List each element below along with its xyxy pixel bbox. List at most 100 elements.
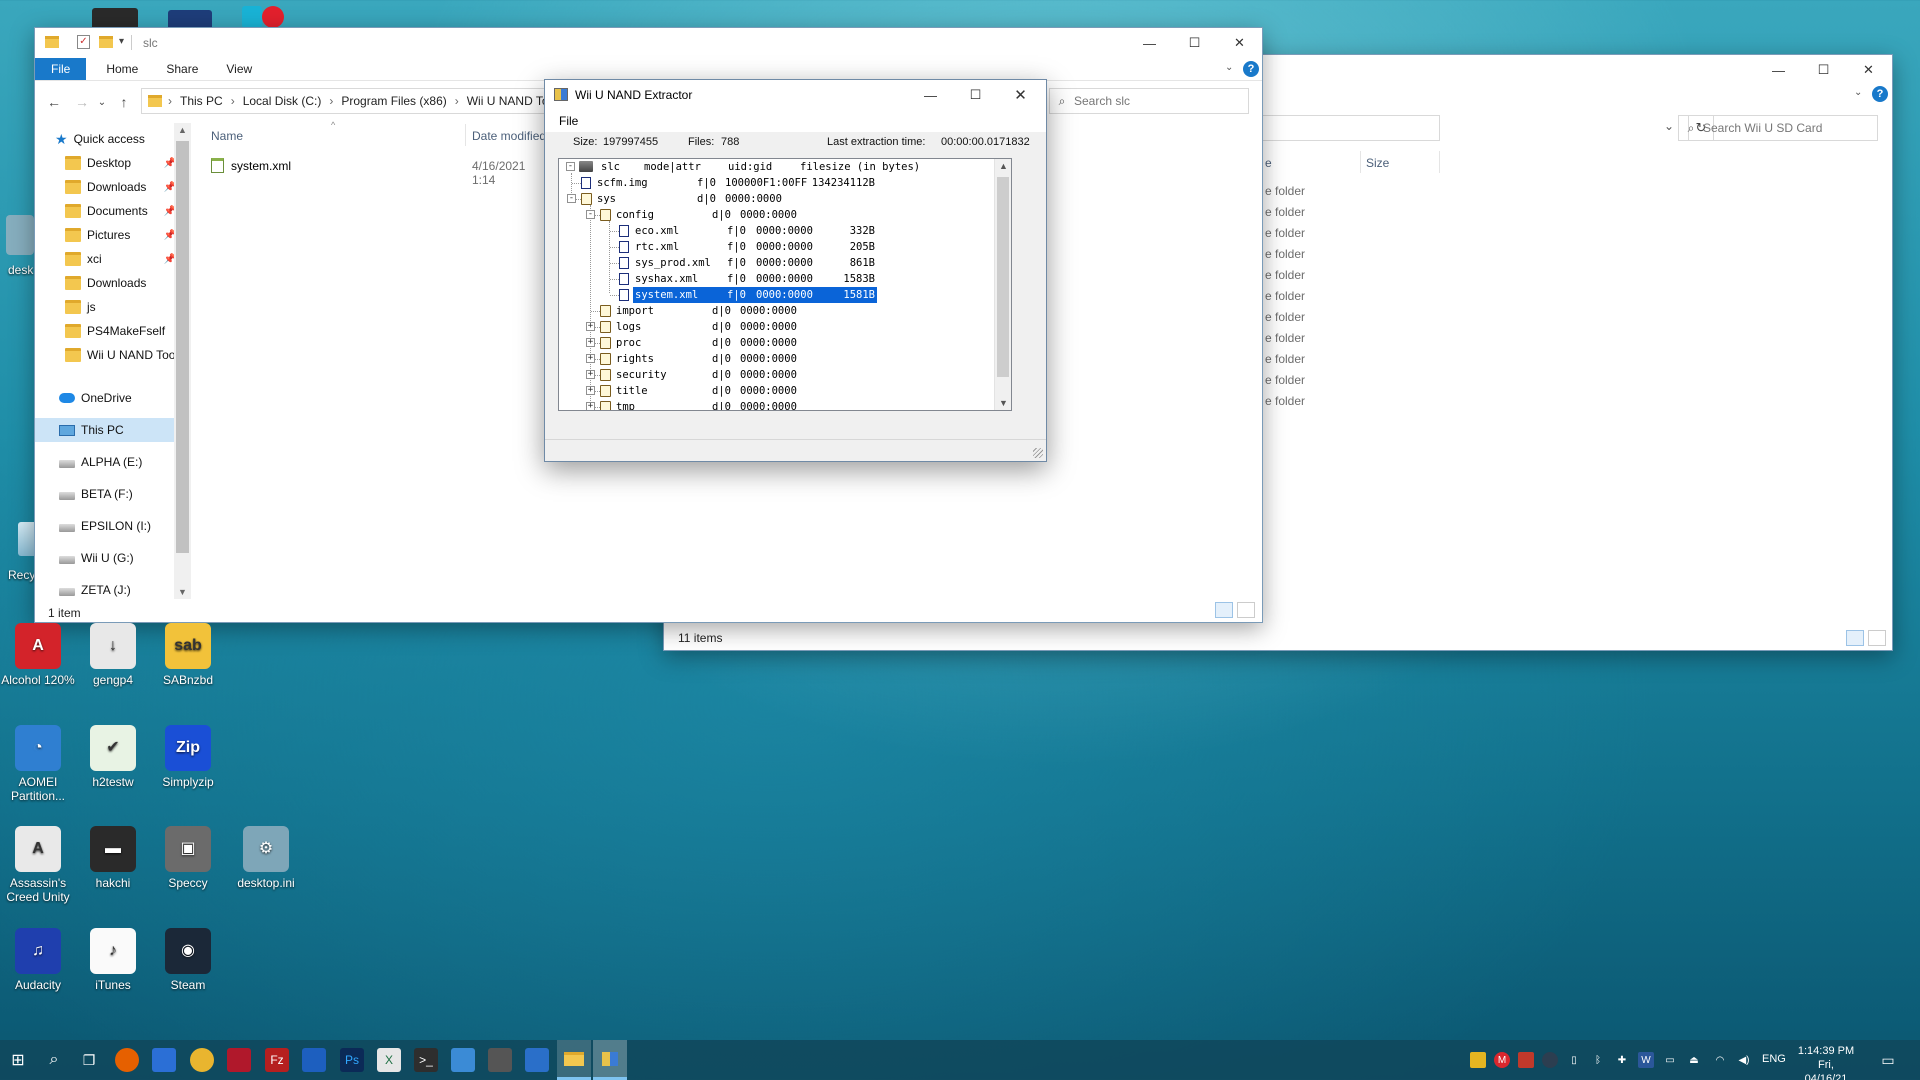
tree-header-row[interactable]: - slc mode|attr uid:gid filesize (in byt… — [559, 159, 920, 175]
help-icon[interactable]: ? — [1872, 86, 1888, 102]
search-box-sd[interactable]: ⌕ Search Wii U SD Card — [1678, 115, 1878, 141]
app-icon[interactable] — [302, 1048, 326, 1072]
address-bar[interactable]: › This PC › Local Disk (C:) › Program Fi… — [141, 88, 579, 114]
tree-folder-row[interactable]: + proc d|0 0000:0000 — [559, 335, 996, 351]
sidebar-item-drive[interactable]: Wii U (G:) — [59, 546, 174, 570]
tree-file-row[interactable]: syshax.xml f|0 0000:0000 1583B — [559, 271, 996, 287]
sidebar-item-drive[interactable]: EPSILON (I:) — [59, 514, 174, 538]
menu-file[interactable]: File — [559, 114, 578, 128]
tab-share[interactable]: Share — [152, 58, 212, 80]
desktop-shortcut[interactable]: ⚙ desktop.ini — [228, 826, 304, 890]
collapse-icon[interactable]: - — [567, 194, 576, 203]
large-icons-view-button[interactable] — [1237, 602, 1255, 618]
desktop-shortcut[interactable]: A Alcohol 120% — [0, 623, 76, 687]
tray-word-icon[interactable]: W — [1638, 1052, 1654, 1068]
breadcrumb-local-disk[interactable]: Local Disk (C:) — [243, 94, 322, 108]
scroll-up-arrow[interactable]: ▲ — [178, 125, 187, 135]
tray-app-icon[interactable]: ✚ — [1614, 1052, 1630, 1068]
search-icon[interactable]: ⌕ — [42, 1048, 66, 1072]
tree-file-row[interactable]: sys_prod.xml f|0 0000:0000 861B — [559, 255, 996, 271]
scroll-thumb[interactable] — [997, 177, 1009, 377]
scroll-up-arrow[interactable]: ▲ — [999, 161, 1008, 171]
minimize-button[interactable]: — — [1756, 55, 1801, 85]
filezilla-icon[interactable]: Fz — [265, 1048, 289, 1072]
minimize-button[interactable]: — — [1127, 28, 1172, 58]
tray-app-icon[interactable]: ⏏ — [1686, 1052, 1702, 1068]
tab-file[interactable]: File — [35, 58, 87, 80]
sidebar-item[interactable]: PS4MakeFself — [65, 319, 180, 343]
nand-extractor-taskbar-icon[interactable] — [593, 1040, 627, 1080]
expand-icon[interactable]: + — [586, 402, 595, 410]
help-icon[interactable]: ? — [1243, 61, 1259, 77]
nav-this-pc[interactable]: This PC — [35, 418, 174, 442]
scroll-down-arrow[interactable]: ▼ — [178, 587, 187, 597]
collapse-icon[interactable]: - — [566, 162, 575, 171]
action-center-icon[interactable]: ▭ — [1880, 1052, 1896, 1068]
sidebar-item-drive[interactable]: BETA (F:) — [59, 482, 174, 506]
resize-grip[interactable] — [1033, 448, 1043, 458]
tree-folder-row[interactable]: - config d|0 0000:0000 — [559, 207, 996, 223]
start-button[interactable]: ⊞ — [6, 1048, 30, 1072]
title-bar[interactable]: ✓ ▾ slc — ☐ ✕ — [35, 28, 1262, 58]
close-button[interactable]: ✕ — [1217, 28, 1262, 58]
desktop-shortcut[interactable]: ♪ iTunes — [75, 928, 151, 992]
forward-arrow-icon[interactable]: → — [73, 93, 91, 111]
tree-folder-row[interactable]: + logs d|0 0000:0000 — [559, 319, 996, 335]
maximize-button[interactable]: ☐ — [1172, 28, 1217, 58]
sidebar-item-drive[interactable]: ZETA (J:) — [59, 578, 174, 600]
expand-icon[interactable]: + — [586, 322, 595, 331]
sidebar-item[interactable]: Wii U NAND Too — [65, 343, 180, 367]
tree-folder-row[interactable]: import d|0 0000:0000 — [559, 303, 996, 319]
app-icon[interactable] — [152, 1048, 176, 1072]
scroll-thumb[interactable] — [176, 141, 189, 553]
breadcrumb-this-pc[interactable]: This PC — [180, 94, 223, 108]
back-arrow-icon[interactable]: ← — [45, 93, 63, 111]
sidebar-item-drive[interactable]: ALPHA (E:) — [59, 450, 174, 474]
ribbon-expand-icon[interactable]: ⌄ — [1854, 87, 1862, 98]
column-header-date[interactable]: Date modified — [472, 129, 546, 143]
tree-folder-row[interactable]: - sys d|0 0000:0000 — [559, 191, 996, 207]
top-app-icon[interactable] — [262, 6, 284, 28]
list-item-type[interactable]: e folder — [1265, 394, 1305, 408]
bluetooth-icon[interactable]: ᛒ — [1590, 1052, 1606, 1068]
network-icon[interactable]: ◠ — [1712, 1052, 1728, 1068]
tab-view[interactable]: View — [212, 58, 266, 80]
terminal-icon[interactable]: >_ — [414, 1048, 438, 1072]
desktop-shortcut[interactable]: ↓ gengp4 — [75, 623, 151, 687]
list-item-type[interactable]: e folder — [1265, 184, 1305, 198]
address-dropdown-icon[interactable]: ⌄ — [1664, 119, 1674, 133]
scroll-down-arrow[interactable]: ▼ — [999, 398, 1008, 408]
list-item-type[interactable]: e folder — [1265, 352, 1305, 366]
maximize-button[interactable]: ☐ — [1801, 55, 1846, 85]
close-button[interactable]: ✕ — [1846, 55, 1891, 85]
desktop-shortcut[interactable]: sab SABnzbd — [150, 623, 226, 687]
list-item-type[interactable]: e folder — [1265, 268, 1305, 282]
chrome-icon[interactable] — [190, 1048, 214, 1072]
minimize-button[interactable]: — — [908, 80, 953, 110]
details-view-button[interactable] — [1846, 630, 1864, 646]
desktop-shortcut[interactable]: ✔ h2testw — [75, 725, 151, 789]
tree-file-row[interactable]: eco.xml f|0 0000:0000 332B — [559, 223, 996, 239]
desktop-shortcut[interactable]: A Assassin's Creed Unity — [0, 826, 76, 904]
nav-quick-access[interactable]: ★ Quick access — [55, 127, 191, 151]
search-box[interactable]: ⌕ Search slc — [1049, 88, 1249, 114]
expand-icon[interactable]: + — [586, 370, 595, 379]
desktop-shortcut[interactable]: ◉ Steam — [150, 928, 226, 992]
nav-scrollbar[interactable]: ▲ ▼ — [174, 123, 191, 599]
task-view-icon[interactable]: ❐ — [77, 1048, 101, 1072]
column-header-name[interactable]: Name — [211, 129, 243, 143]
column-header-type[interactable]: e — [1265, 156, 1272, 170]
title-bar[interactable]: Wii U NAND Extractor — ☐ ✕ — [545, 80, 1046, 110]
list-item-type[interactable]: e folder — [1265, 226, 1305, 240]
app-icon[interactable] — [227, 1048, 251, 1072]
tree-scrollbar[interactable]: ▲ ▼ — [994, 159, 1011, 410]
sidebar-item[interactable]: xci 📌 — [65, 247, 180, 271]
tray-usb-icon[interactable]: ▯ — [1566, 1052, 1582, 1068]
calculator-icon[interactable] — [488, 1048, 512, 1072]
details-view-button[interactable] — [1215, 602, 1233, 618]
sidebar-item[interactable]: Downloads — [65, 271, 180, 295]
collapse-icon[interactable]: - — [586, 210, 595, 219]
breadcrumb-wii-u-nand[interactable]: Wii U NAND To — [467, 94, 549, 108]
list-item-type[interactable]: e folder — [1265, 247, 1305, 261]
ribbon-expand-icon[interactable]: ⌄ — [1225, 62, 1233, 73]
